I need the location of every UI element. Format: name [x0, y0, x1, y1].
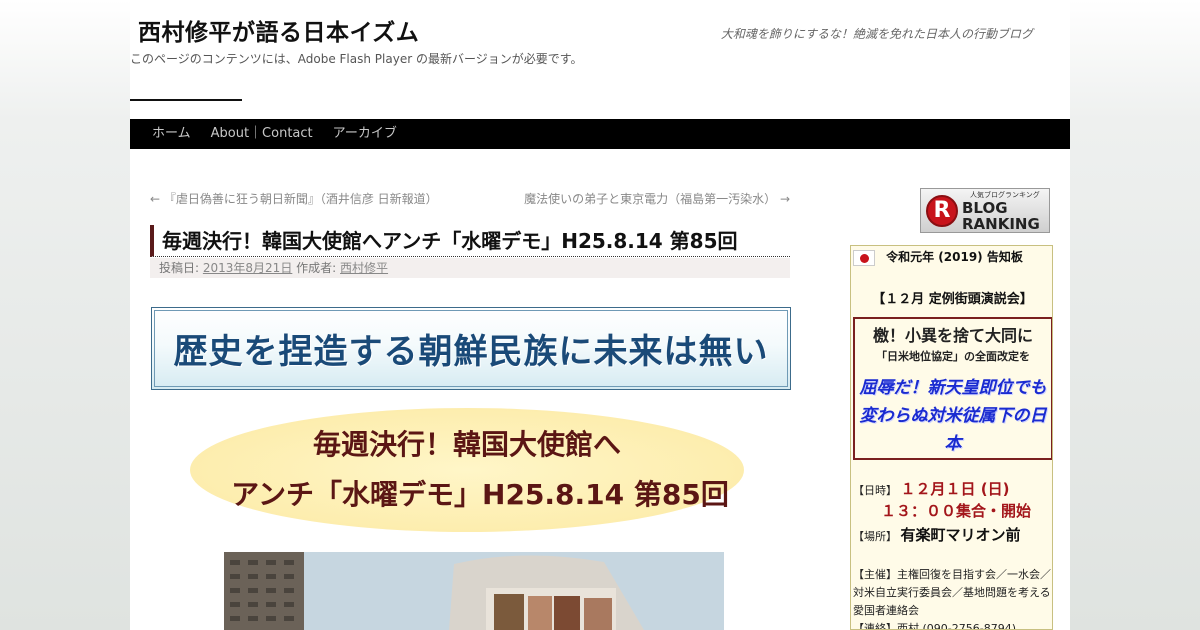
notice-month-heading: 【１２月 定例街頭演説会】 [872, 292, 1033, 307]
nav-item-archive[interactable]: アーカイブ [323, 119, 407, 149]
entry-title: 毎週決行！韓国大使館へアンチ「水曜デモ」H25.8.14 第85回 [150, 225, 790, 257]
headline-banner: 歴史を捏造する朝鮮民族に未来は無い [151, 307, 791, 390]
meta-date-link[interactable]: 2013年8月21日 [203, 261, 292, 275]
blog-ranking-label-2: RANKING [962, 214, 1040, 233]
blog-ranking-text: 人気ブログランキング BLOG RANKING [962, 190, 1040, 232]
time-value: １３：００集合・開始 [881, 502, 1032, 520]
notice-title: 令和元年 (2019) 告知板 [886, 250, 1023, 264]
headline-line-2: アンチ「水曜デモ」H25.8.14 第85回 [231, 478, 729, 511]
contact-line: 【連絡】西村 (090-2756-8794) [853, 622, 1017, 630]
main-nav: ホーム About｜Contact アーカイブ [130, 119, 1070, 149]
header-divider [130, 99, 242, 101]
banner-frame: 歴史を捏造する朝鮮民族に未来は無い [154, 310, 788, 387]
blog-ranking-banner[interactable]: R 人気ブログランキング BLOG RANKING [920, 188, 1050, 233]
slogan-line-2: 「日米地位協定」の全面改定を [876, 350, 1030, 363]
headline-line-1: 毎週決行！韓国大使館へ [312, 428, 621, 461]
blog-ranking-logo: R [926, 194, 958, 227]
organizer-line: 【主催】主権回復を目指す会／一水会／対米自立実行委員会／基地問題を考える愛国者連… [853, 568, 1051, 617]
place-label: 【場所】 [853, 530, 897, 543]
place-value: 有楽町マリオン前 [900, 526, 1021, 544]
site-title[interactable]: 西村修平が語る日本イズム [138, 13, 419, 47]
page-wrapper: 西村修平が語る日本イズム 大和魂を飾りにするな！絶滅を免れた日本人の行動ブログ … [130, 0, 1070, 630]
photo-image [224, 552, 724, 630]
entry-meta: 投稿日: 2013年8月21日 作成者: 西村修平 [150, 258, 790, 278]
demo-photo[interactable] [224, 552, 724, 630]
schedule-date: 【日時】 １２月１日 (日) [853, 478, 1009, 499]
banner-text: 歴史を捏造する朝鮮民族に未来は無い [173, 332, 769, 372]
notice-board: 令和元年 (2019) 告知板 【１２月 定例街頭演説会】 檄！小異を捨て大同に… [850, 245, 1053, 630]
slogan-line-1: 檄！小異を捨て大同に [872, 326, 1033, 345]
meta-author-prefix: 作成者: [296, 261, 337, 275]
blog-ranking-small-label: 人気ブログランキング [970, 190, 1040, 199]
meta-date-prefix: 投稿日: [159, 261, 200, 275]
meta-author-link[interactable]: 西村修平 [340, 261, 388, 275]
flash-player-notice: このページのコンテンツには、Adobe Flash Player の最新バージョ… [130, 52, 583, 66]
date-value: １２月１日 (日) [900, 480, 1010, 498]
schedule-time: １３：００集合・開始 [881, 500, 1031, 521]
previous-post-link[interactable]: ← 『虐日偽善に狂う朝日新聞』（酒井信彦 日新報道） [150, 190, 438, 207]
nav-item-about-contact[interactable]: About｜Contact [201, 119, 323, 149]
date-label: 【日時】 [853, 484, 897, 497]
schedule-place: 【場所】 有楽町マリオン前 [853, 524, 1021, 545]
blog-ranking-label-1: BLOG [962, 198, 1008, 217]
site-description: 大和魂を飾りにするな！絶滅を免れた日本人の行動ブログ [720, 27, 1033, 41]
slogan-line-3: 屈辱だ！新天皇即位でも変わらぬ対米従属下の日本 [859, 378, 1047, 454]
organizer-text: 【主催】主権回復を目指す会／一水会／対米自立実行委員会／基地問題を考える愛国者連… [853, 566, 1052, 630]
notice-slogan-box: 檄！小異を捨て大同に 「日米地位協定」の全面改定を 屈辱だ！新天皇即位でも変わら… [853, 317, 1052, 460]
next-post-link[interactable]: 魔法使いの弟子と東京電力（福島第一汚染水） → [524, 190, 790, 207]
nav-item-home[interactable]: ホーム [142, 119, 201, 149]
